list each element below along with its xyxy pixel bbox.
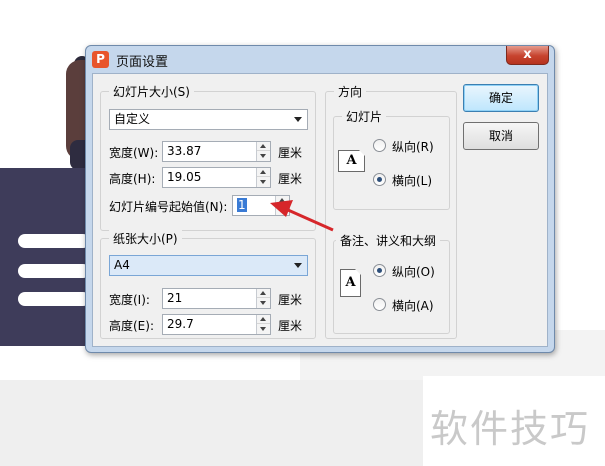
arrow-shaft xyxy=(287,208,334,232)
annotation-arrow xyxy=(270,200,334,232)
arrow-head xyxy=(270,200,293,217)
